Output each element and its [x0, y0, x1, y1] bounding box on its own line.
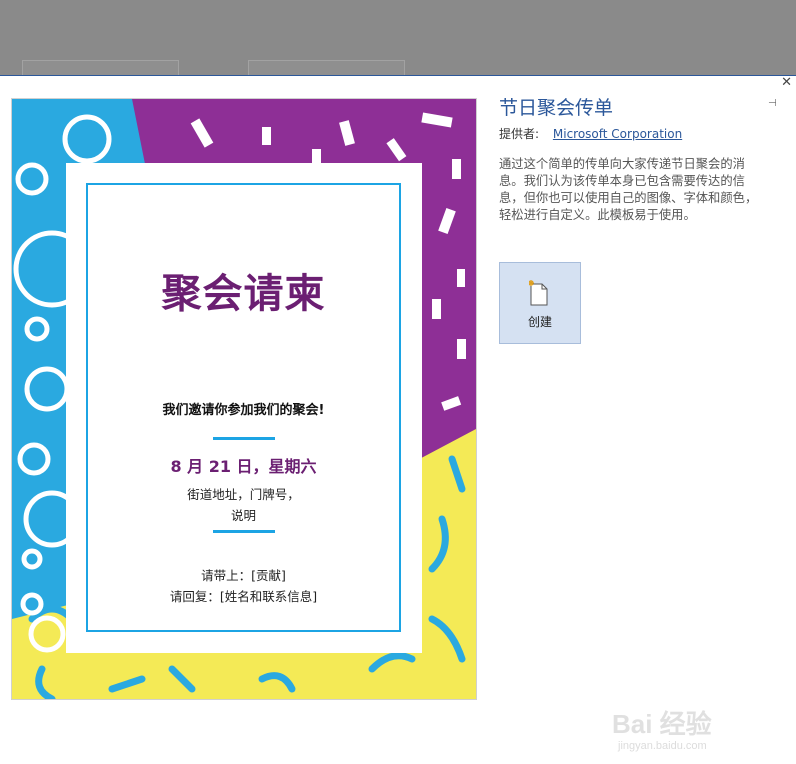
template-title: 节日聚会传单 [499, 97, 614, 119]
create-button[interactable]: 创建 [499, 262, 581, 344]
provider-label: 提供者: [499, 127, 540, 141]
provider-link[interactable]: Microsoft Corporation [553, 127, 682, 141]
watermark-text: Bai 经验 [612, 709, 712, 739]
flyer-date: 8 月 21 日，星期六 [170, 457, 317, 476]
close-icon[interactable]: ✕ [781, 76, 792, 90]
template-preview-image: 聚会请柬 我们邀请你参加我们的聚会! 8 月 21 日，星期六 街道地址，门牌号… [11, 98, 477, 700]
dimmed-backdrop [0, 0, 796, 79]
flyer-invite-text: 我们邀请你参加我们的聚会! [162, 403, 325, 418]
flyer-heading: 聚会请柬 [161, 271, 326, 317]
watermark-url: jingyan.baidu.com [618, 740, 707, 752]
flyer-rsvp-text: 请回复：[姓名和联系信息] [169, 589, 318, 604]
flyer-bring-text: 请带上：[贡献] [201, 568, 286, 583]
new-document-icon [529, 280, 548, 306]
baidu-watermark: Bai 经验 jingyan.baidu.com [612, 704, 762, 764]
template-description: 通过这个简单的传单向大家传递节日聚会的消息。我们认为该传单本身已包含需要传达的信… [499, 157, 758, 222]
flyer-border: 聚会请柬 我们邀请你参加我们的聚会! 8 月 21 日，星期六 街道地址，门牌号… [86, 183, 401, 632]
flyer-card: 聚会请柬 我们邀请你参加我们的聚会! 8 月 21 日，星期六 街道地址，门牌号… [66, 163, 422, 653]
flyer-divider [213, 530, 275, 533]
pin-icon[interactable]: ⊣ [768, 98, 777, 109]
flyer-address-line2: 说明 [230, 508, 256, 523]
flyer-divider [213, 437, 275, 440]
flyer-address-line1: 街道地址，门牌号， [187, 487, 300, 502]
template-preview-dialog: ✕ ⊣ 聚会请柬 我们邀请你参加我们的聚会! 8 月 21 日，星期六 街道地址… [0, 75, 796, 752]
template-provider: 提供者: Microsoft Corporation [499, 125, 682, 142]
create-button-label: 创建 [527, 315, 552, 329]
